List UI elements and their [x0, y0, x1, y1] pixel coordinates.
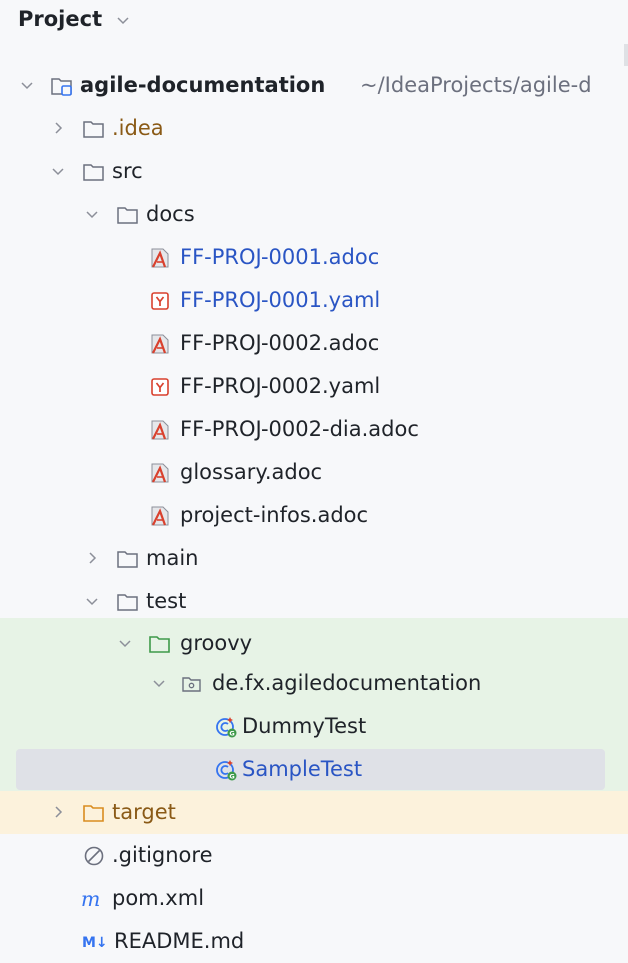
module-folder-icon	[51, 78, 72, 96]
chevron-down-icon[interactable]	[152, 676, 166, 690]
tree-row-groovy[interactable]: groovy	[0, 618, 628, 662]
tree-row-file[interactable]: project-infos.adoc	[0, 494, 628, 537]
test-folder-icon	[149, 636, 170, 653]
folder-icon	[83, 164, 104, 181]
groovy-class-icon: G	[216, 760, 237, 781]
yaml-icon	[151, 378, 169, 396]
groovy-class-icon: G	[216, 717, 237, 738]
markdown-icon: M↓	[82, 935, 108, 951]
tree-row-idea[interactable]: .idea	[0, 107, 628, 150]
svg-text:G: G	[229, 773, 234, 781]
folder-icon	[117, 551, 138, 568]
tree-row-main[interactable]: main	[0, 537, 628, 580]
panel-title[interactable]: Project	[18, 7, 102, 31]
svg-text:m: m	[81, 887, 101, 911]
tree-item-label: glossary.adoc	[180, 460, 323, 484]
chevron-right-icon[interactable]	[51, 805, 65, 819]
ignore-icon	[84, 846, 104, 866]
tree-item-label: target	[112, 800, 176, 824]
tree-row-src[interactable]: src	[0, 150, 628, 193]
chevron-down-icon[interactable]	[20, 78, 34, 92]
asciidoc-icon	[151, 334, 169, 354]
chevron-down-icon[interactable]	[85, 594, 99, 608]
tree-row-file[interactable]: .gitignore	[0, 834, 628, 877]
tree-item-label: FF-PROJ-0002.yaml	[180, 374, 381, 398]
tree-item-label: docs	[146, 202, 195, 226]
asciidoc-icon	[151, 506, 169, 526]
svg-text:G: G	[229, 730, 234, 738]
tree-item-label: test	[146, 589, 187, 613]
asciidoc-icon	[151, 463, 169, 483]
tree-item-label: FF-PROJ-0001.yaml	[180, 288, 381, 312]
tree-row-package[interactable]: de.fx.agiledocumentation	[0, 662, 628, 705]
excluded-folder-icon	[83, 805, 104, 822]
root-label: agile-documentation	[80, 73, 326, 97]
tree-item-label: src	[112, 159, 143, 183]
tree-item-label: groovy	[180, 631, 253, 655]
yaml-icon	[151, 292, 169, 310]
tree-row-file[interactable]: FF-PROJ-0002-dia.adoc	[0, 408, 628, 451]
tree-row-file[interactable]: FF-PROJ-0002.adoc	[0, 322, 628, 365]
maven-icon: m	[81, 887, 101, 911]
tree-item-label: .gitignore	[112, 843, 213, 867]
chevron-right-icon[interactable]	[85, 551, 99, 565]
tree-item-label: main	[146, 546, 199, 570]
tree-item-label: SampleTest	[242, 757, 363, 781]
tree-row-class[interactable]: G DummyTest	[0, 705, 628, 748]
folder-icon	[117, 207, 138, 224]
package-icon	[182, 677, 201, 692]
tree-row-target[interactable]: target	[0, 791, 628, 834]
tree-row-file[interactable]: glossary.adoc	[0, 451, 628, 494]
chevron-down-icon[interactable]	[116, 13, 130, 27]
folder-icon	[83, 121, 104, 138]
tree-item-label: project-infos.adoc	[180, 503, 369, 527]
tree-item-label: FF-PROJ-0001.adoc	[180, 245, 380, 269]
tree-row-file[interactable]: FF-PROJ-0001.yaml	[0, 279, 628, 322]
scrollbar[interactable]	[624, 44, 628, 66]
project-panel-header: Project	[0, 0, 628, 44]
chevron-down-icon[interactable]	[85, 207, 99, 221]
tree-row-root[interactable]: agile-documentation ~/IdeaProjects/agile…	[0, 64, 628, 107]
chevron-right-icon[interactable]	[51, 121, 65, 135]
chevron-down-icon[interactable]	[118, 636, 132, 650]
tree-row-docs[interactable]: docs	[0, 193, 628, 236]
asciidoc-icon	[151, 420, 169, 440]
tree-item-label: .idea	[112, 116, 164, 140]
tree-item-label: pom.xml	[112, 886, 205, 910]
tree-item-label: FF-PROJ-0002-dia.adoc	[180, 417, 419, 441]
asciidoc-icon	[151, 248, 169, 268]
svg-text:M↓: M↓	[82, 935, 108, 951]
tree-item-label: FF-PROJ-0002.adoc	[180, 331, 380, 355]
tree-row-file[interactable]: M↓ README.md	[0, 920, 628, 963]
tree-row-class-selected[interactable]: G SampleTest	[0, 748, 628, 791]
tree-row-test[interactable]: test	[0, 580, 628, 623]
tree-row-file[interactable]: FF-PROJ-0002.yaml	[0, 365, 628, 408]
tree-row-file[interactable]: FF-PROJ-0001.adoc	[0, 236, 628, 279]
tree-item-label: de.fx.agiledocumentation	[212, 671, 482, 695]
chevron-down-icon[interactable]	[51, 164, 65, 178]
folder-icon	[117, 594, 138, 611]
tree-row-file[interactable]: m pom.xml	[0, 877, 628, 920]
root-path: ~/IdeaProjects/agile-d	[360, 73, 592, 97]
tree-item-label: DummyTest	[242, 714, 367, 738]
